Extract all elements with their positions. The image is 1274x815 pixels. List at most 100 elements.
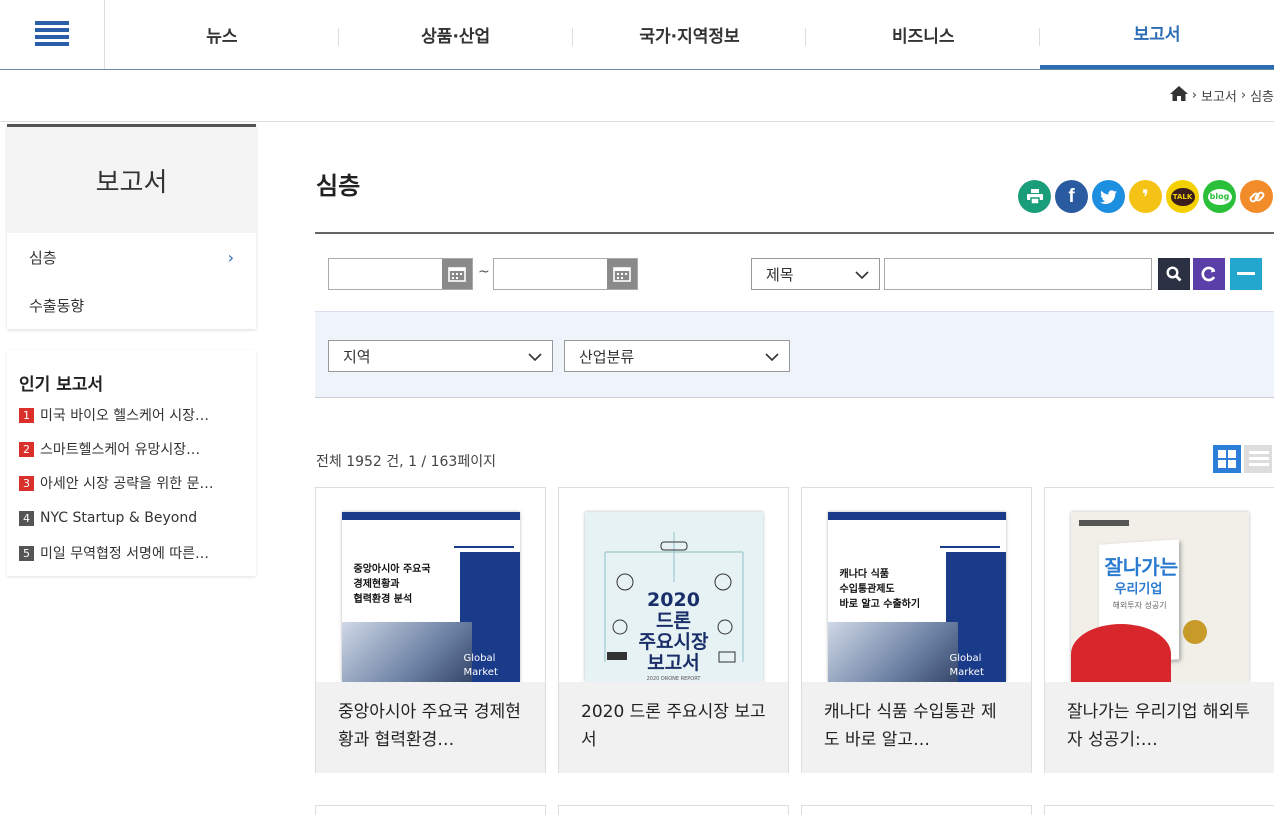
region-select-value: 지역: [343, 347, 371, 366]
popular-reports: 인기 보고서 1 미국 바이오 헬스케어 시장… 2 스마트헬스케어 유망시장……: [7, 350, 256, 576]
report-title: 잘나가는 우리기업 해외투자 성공기:…: [1045, 682, 1274, 773]
refresh-icon[interactable]: [1193, 258, 1225, 290]
cover-title: 2020 드론 주요시장 보고서: [638, 589, 709, 674]
list-view-icon[interactable]: [1244, 445, 1272, 477]
grid-view-icon[interactable]: [1213, 445, 1241, 477]
sidebar-item-label: 심층: [29, 248, 57, 267]
nav-products-industry[interactable]: 상품·산업: [339, 0, 573, 69]
breadcrumb-sep: ›: [1240, 88, 1247, 103]
rank-badge: 1: [19, 407, 34, 423]
report-card[interactable]: 중앙아시아 주요국 경제현황과 협력환경 분석 Global Market 중앙아시…: [315, 487, 546, 773]
rank-badge: 4: [19, 510, 34, 526]
report-cover: 잘나가는 우리기업 해외투자 성공기: [1070, 512, 1249, 682]
nav-reports[interactable]: 보고서: [1040, 0, 1274, 69]
report-thumbnail: 캐나다 식품 수입통관제도 바로 알고 수출하기 Global Market: [802, 488, 1031, 682]
date-separator: ~: [478, 264, 490, 280]
sidebar: 보고서 심층 › 수출동향: [7, 124, 256, 329]
view-toggle: [1213, 445, 1272, 477]
report-card[interactable]: 잘나가는 우리기업 해외투자 성공기 잘나가는 우리기업 해외투자 성공기:…: [1044, 487, 1274, 773]
report-card[interactable]: [558, 805, 789, 815]
popular-reports-title: 인기 보고서: [19, 375, 104, 395]
rank-badge: 2: [19, 441, 34, 457]
blog-label: blog: [1207, 188, 1232, 205]
cover-title: 잘나가는: [1104, 555, 1179, 579]
report-card[interactable]: 2020 드론 주요시장 보고서 2020 DRONE REPORT 2020 드론 …: [558, 487, 789, 773]
sidebar-item-export-trends[interactable]: 수출동향: [7, 281, 256, 329]
cover-side-label: Global Market: [463, 653, 498, 678]
cover-title: 중앙아시아 주요국 경제현황과 협력환경 분석: [353, 564, 431, 605]
print-icon[interactable]: [1018, 180, 1051, 213]
industry-select[interactable]: 산업분류: [564, 340, 790, 372]
popular-report-item[interactable]: 1 미국 바이오 헬스케어 시장…: [19, 405, 251, 425]
popular-report-title: NYC Startup & Beyond: [40, 510, 198, 526]
cover-title: 캐나다 식품 수입통관제도 바로 알고 수출하기: [839, 569, 921, 610]
popular-report-item[interactable]: 5 미일 무역협정 서명에 따른…: [19, 543, 251, 563]
calendar-icon[interactable]: [442, 259, 472, 289]
kakaotalk-label: TALK: [1170, 187, 1195, 206]
cover-subtitle: 우리기업: [1114, 582, 1163, 597]
popular-report-item[interactable]: 3 아세안 시장 공략을 위한 문…: [19, 473, 251, 493]
search-row: ~ 제목: [315, 234, 1274, 312]
report-thumbnail: 중앙아시아 주요국 경제현황과 협력환경 분석 Global Market: [316, 488, 545, 682]
report-title: 중앙아시아 주요국 경제현황과 협력환경…: [316, 682, 545, 773]
sidebar-title: 보고서: [7, 127, 256, 233]
link-icon[interactable]: [1240, 180, 1273, 213]
search-field-value: 제목: [766, 265, 794, 284]
rank-badge: 3: [19, 475, 34, 491]
calendar-icon[interactable]: [607, 259, 637, 289]
nav-business[interactable]: 비즈니스: [806, 0, 1041, 69]
popular-report-title: 아세안 시장 공략을 위한 문…: [40, 476, 214, 492]
breadcrumb-reports[interactable]: 보고서: [1201, 86, 1237, 105]
report-title: 캐나다 식품 수입통관 제도 바로 알고…: [802, 682, 1031, 773]
popular-report-item[interactable]: 2 스마트헬스케어 유망시장…: [19, 439, 251, 459]
breadcrumb-sep: ›: [1191, 88, 1197, 103]
twitter-icon[interactable]: [1092, 180, 1125, 213]
cover-side-label: Global Market: [949, 653, 984, 678]
report-card[interactable]: [1044, 805, 1274, 815]
sidebar-item-label: 수출동향: [29, 296, 85, 315]
breadcrumb: › 보고서 › 심층: [1169, 86, 1274, 105]
popular-report-title: 스마트헬스케어 유망시장…: [40, 442, 201, 458]
home-icon[interactable]: [1169, 86, 1188, 105]
region-select[interactable]: 지역: [328, 340, 553, 372]
chevron-right-icon: ›: [227, 247, 234, 267]
top-navigation: 뉴스 상품·산업 국가·지역정보 비즈니스 보고서: [0, 0, 1274, 70]
report-thumbnail: 2020 드론 주요시장 보고서 2020 DRONE REPORT: [559, 488, 788, 682]
breadcrumb-current[interactable]: 심층: [1250, 86, 1274, 105]
report-cover: 캐나다 식품 수입통관제도 바로 알고 수출하기 Global Market: [827, 512, 1006, 682]
kakaotalk-icon[interactable]: TALK: [1166, 180, 1199, 213]
report-title: 2020 드론 주요시장 보고서: [559, 682, 788, 773]
search-field-select[interactable]: 제목: [751, 258, 880, 290]
report-card[interactable]: 캐나다 식품 수입통관제도 바로 알고 수출하기 Global Market 캐나다…: [801, 487, 1032, 773]
chevron-down-icon: [855, 265, 869, 283]
report-thumbnail: 잘나가는 우리기업 해외투자 성공기: [1045, 488, 1274, 682]
search-icon[interactable]: [1158, 258, 1190, 290]
popular-report-title: 미국 바이오 헬스케어 시장…: [40, 408, 210, 424]
sidebar-item-in-depth[interactable]: 심층 ›: [7, 233, 256, 281]
result-count: 전체 1952 건, 1 / 163페이지: [316, 454, 496, 470]
report-card[interactable]: [801, 805, 1032, 815]
popular-report-item[interactable]: 4 NYC Startup & Beyond: [19, 510, 251, 526]
industry-select-value: 산업분류: [579, 347, 635, 366]
rank-badge: 5: [19, 545, 34, 561]
menu-button[interactable]: [0, 0, 105, 69]
minus-icon[interactable]: [1230, 258, 1262, 290]
divider: [0, 121, 1274, 122]
page-title: 심층: [316, 172, 361, 200]
report-cover: 2020 드론 주요시장 보고서 2020 DRONE REPORT: [584, 512, 763, 682]
cover-subtitle-2: 해외투자 성공기: [1112, 601, 1167, 610]
facebook-icon[interactable]: f: [1055, 180, 1088, 213]
nav-news[interactable]: 뉴스: [105, 0, 339, 69]
chevron-down-icon: [528, 347, 542, 365]
search-input[interactable]: [884, 258, 1152, 290]
nav-country-region[interactable]: 국가·지역정보: [573, 0, 807, 69]
share-bar: f ❜ TALK blog: [1018, 180, 1273, 213]
blog-icon[interactable]: blog: [1203, 180, 1236, 213]
chevron-down-icon: [765, 347, 779, 365]
search-panel: ~ 제목 지역 산업분류: [315, 232, 1274, 398]
report-card[interactable]: [315, 805, 546, 815]
hamburger-icon: [35, 20, 69, 50]
popular-report-title: 미일 무역협정 서명에 따른…: [40, 546, 210, 562]
kakaostory-icon[interactable]: ❜: [1129, 180, 1162, 213]
report-cover: 중앙아시아 주요국 경제현황과 협력환경 분석 Global Market: [341, 512, 520, 682]
